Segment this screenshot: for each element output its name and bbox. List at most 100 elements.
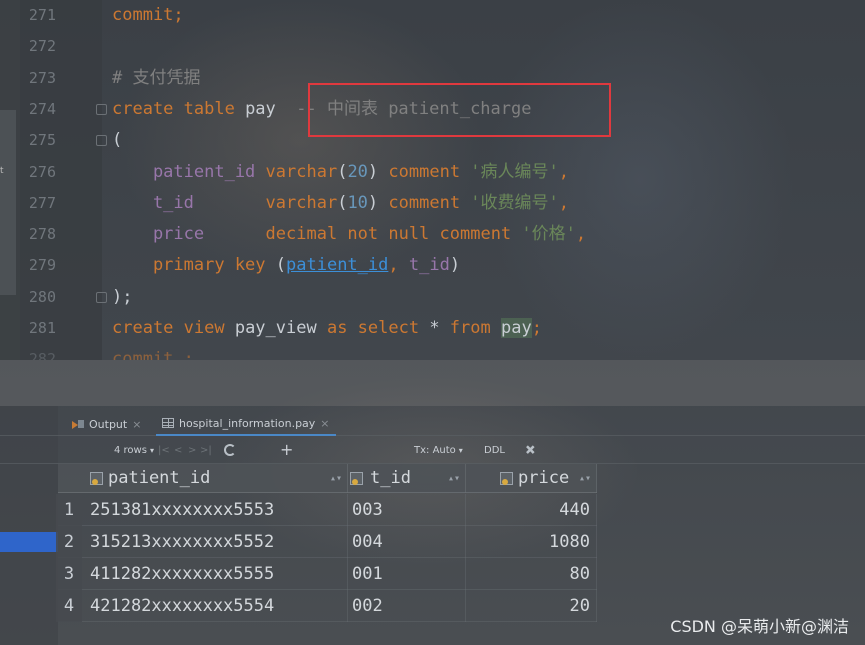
code-token: ) xyxy=(367,161,389,182)
ddl-button[interactable]: DDL xyxy=(484,443,505,457)
code-token: ( xyxy=(337,161,348,182)
table-cell-price[interactable]: 440 xyxy=(466,494,597,526)
column-icon xyxy=(500,472,513,485)
code-token: , xyxy=(575,224,587,245)
chevron-down-icon: ▾ xyxy=(458,445,463,455)
code-text: t_id varchar(10) comment '收费编号', xyxy=(112,188,569,219)
code-text: primary key (patient_id, t_id) xyxy=(112,250,460,281)
result-toolbar: 4 rows ▾ |< < > >| + Tx: Auto ▾ DDL ✚ xyxy=(0,436,865,464)
tab-hospital-information-pay[interactable]: hospital_information.pay × xyxy=(156,412,336,436)
pin-button[interactable]: ✚ xyxy=(520,441,538,459)
line-number: 278 xyxy=(28,225,56,244)
table-cell-t-id[interactable]: 003 xyxy=(348,494,466,526)
code-token: varchar xyxy=(265,192,338,213)
table-cell-patient-id[interactable]: 251381xxxxxxxx5553 xyxy=(84,494,348,526)
code-line[interactable]: 280); xyxy=(0,282,865,313)
watermark: CSDN @呆萌小新@渊洁 xyxy=(670,617,849,636)
code-token: ( xyxy=(112,130,123,151)
table-cell-patient-id[interactable]: 411282xxxxxxxx5555 xyxy=(84,558,348,590)
table-row[interactable]: 4 421282xxxxxxxx5554 002 20 xyxy=(56,590,597,622)
code-token: t_id xyxy=(408,255,450,276)
code-text: price decimal not null comment '价格', xyxy=(112,219,586,250)
code-token: varchar xyxy=(265,161,338,182)
code-text: create view pay_view as select * from pa… xyxy=(112,313,542,344)
code-text: commit; xyxy=(112,0,184,31)
prev-page-icon: < xyxy=(174,444,183,456)
code-token: pay xyxy=(245,98,276,119)
table-cell-t-id[interactable]: 002 xyxy=(348,590,466,622)
close-icon[interactable]: × xyxy=(320,417,329,430)
table-cell-patient-id[interactable]: 315213xxxxxxxx5552 xyxy=(84,526,348,558)
next-page-button[interactable]: > xyxy=(188,443,196,457)
code-line[interactable]: 281 create view pay_view as select * from… xyxy=(0,313,865,344)
tab-output[interactable]: Output × xyxy=(66,412,147,436)
code-token: comment xyxy=(388,192,471,213)
result-grid[interactable]: patient_id ▴▾ t_id ▴▾ price ▴▾ 1 251381xx… xyxy=(56,464,597,645)
table-icon xyxy=(162,418,174,428)
code-token: , xyxy=(558,161,570,182)
row-number[interactable]: 1 xyxy=(56,494,82,526)
first-page-button[interactable]: |< xyxy=(158,443,170,457)
table-cell-price[interactable]: 1080 xyxy=(466,526,597,558)
code-token: ) xyxy=(367,192,389,213)
code-token: ; xyxy=(531,318,542,338)
column-header-price[interactable]: price ▴▾ xyxy=(466,464,597,493)
code-token: create table xyxy=(112,98,246,119)
row-number[interactable]: 2 xyxy=(56,526,82,558)
code-token: * xyxy=(429,318,450,338)
code-token: decimal not null comment xyxy=(265,224,522,245)
add-row-button[interactable]: + xyxy=(280,442,293,458)
code-line[interactable]: 282 commit ; xyxy=(0,344,865,360)
first-page-icon: |< xyxy=(158,444,170,456)
fold-marker-icon[interactable] xyxy=(96,103,107,115)
code-line[interactable]: 277 t_id varchar(10) comment '收费编号', xyxy=(0,188,865,219)
code-token: ); xyxy=(112,286,133,307)
line-number: 282 xyxy=(28,350,56,360)
code-token: t_id xyxy=(112,192,266,213)
code-token: 10 xyxy=(347,192,368,213)
code-line[interactable]: 272 xyxy=(0,31,865,62)
code-token: primary key xyxy=(112,255,276,276)
prev-page-button[interactable]: < xyxy=(174,443,182,457)
close-icon[interactable]: × xyxy=(132,418,141,431)
code-token: ) xyxy=(449,255,461,276)
fold-marker-icon[interactable] xyxy=(96,291,107,303)
table-cell-t-id[interactable]: 001 xyxy=(348,558,466,590)
code-token: comment xyxy=(388,161,471,182)
column-header-t-id[interactable]: t_id ▴▾ xyxy=(348,464,466,493)
code-text: # 支付凭据 xyxy=(112,63,200,94)
primary-key-icon xyxy=(90,472,103,485)
row-count-dropdown[interactable]: 4 rows ▾ xyxy=(114,443,154,457)
sort-icon[interactable]: ▴▾ xyxy=(579,464,591,493)
row-number[interactable]: 4 xyxy=(56,590,82,622)
code-token: '价格' xyxy=(521,224,576,245)
table-cell-price[interactable]: 20 xyxy=(466,590,597,622)
column-header-patient-id[interactable]: patient_id ▴▾ xyxy=(58,464,348,493)
table-row[interactable]: 2 315213xxxxxxxx5552 004 1080 xyxy=(56,526,597,558)
column-label: patient_id xyxy=(108,468,211,488)
code-line[interactable]: 271 commit; xyxy=(0,0,865,31)
table-cell-patient-id[interactable]: 421282xxxxxxxx5554 xyxy=(84,590,348,622)
line-number: 277 xyxy=(28,193,56,212)
column-label: t_id xyxy=(370,468,411,488)
line-number: 272 xyxy=(28,37,56,56)
fold-marker-icon[interactable] xyxy=(96,135,107,147)
pin-icon: ✚ xyxy=(520,440,539,460)
code-token: commit ; xyxy=(112,349,194,360)
code-token: as select xyxy=(326,318,430,338)
sort-icon[interactable]: ▴▾ xyxy=(448,464,460,493)
code-line[interactable]: 279 primary key (patient_id, t_id) xyxy=(0,250,865,281)
last-page-button[interactable]: >| xyxy=(200,443,212,457)
table-row[interactable]: 1 251381xxxxxxxx5553 003 440 xyxy=(56,494,597,526)
sql-editor[interactable]: t 271 commit; 272 273 # 支付凭据 274 create table … xyxy=(0,0,865,360)
tx-mode-dropdown[interactable]: Tx: Auto ▾ xyxy=(414,443,463,457)
sort-icon[interactable]: ▴▾ xyxy=(330,464,342,493)
code-line[interactable]: 276 patient_id varchar(20) comment '病人编号… xyxy=(0,157,865,188)
row-number[interactable]: 3 xyxy=(56,558,82,590)
refresh-button[interactable] xyxy=(224,443,236,457)
table-cell-t-id[interactable]: 004 xyxy=(348,526,466,558)
code-line[interactable]: 278 price decimal not null comment '价格', xyxy=(0,219,865,250)
table-row[interactable]: 3 411282xxxxxxxx5555 001 80 xyxy=(56,558,597,590)
table-cell-price[interactable]: 80 xyxy=(466,558,597,590)
primary-key-icon xyxy=(350,472,363,485)
